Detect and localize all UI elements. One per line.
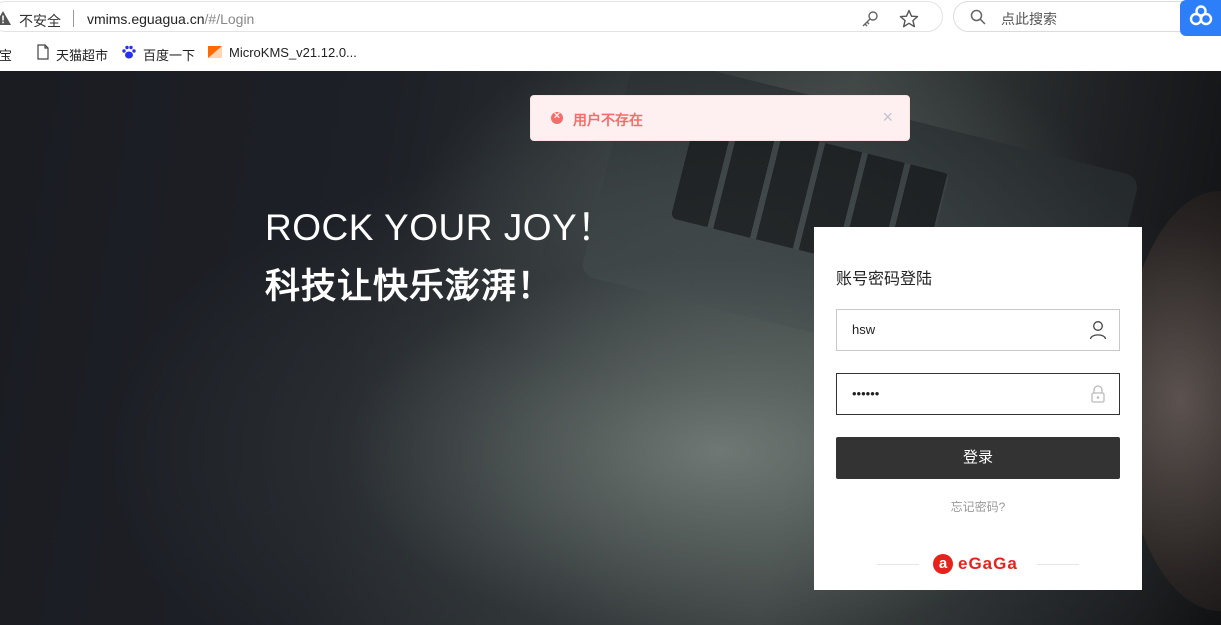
bookmark-star-icon[interactable] bbox=[899, 9, 919, 29]
password-field[interactable]: •••••• bbox=[836, 373, 1120, 415]
url-text[interactable]: vmims.eguagua.cn/#/Login bbox=[87, 11, 254, 27]
search-placeholder: 点此搜索 bbox=[1001, 11, 1057, 27]
login-button[interactable]: 登录 bbox=[836, 437, 1120, 479]
password-value: •••••• bbox=[852, 386, 880, 401]
slogan-english: ROCK YOUR JOY！ bbox=[265, 207, 615, 248]
slogan-chinese: 科技让快乐澎湃！ bbox=[265, 267, 554, 306]
brand-divider-right bbox=[1037, 564, 1079, 565]
login-title: 账号密码登陆 bbox=[836, 271, 933, 288]
cloud-extension-button[interactable] bbox=[1180, 0, 1221, 36]
forgot-password-link[interactable]: 忘记密码? bbox=[814, 498, 1142, 515]
bookmark-microkms[interactable]: MicroKMS_v21.12.0... bbox=[229, 45, 357, 60]
bookmarks-bar: 淘宝 天猫超市 百度一下 MicroKMS_v21.12.0... bbox=[0, 36, 1221, 71]
security-label[interactable]: 不安全 bbox=[19, 11, 61, 31]
error-toast: 用户不存在 × bbox=[530, 95, 910, 141]
address-bar[interactable]: 不安全 vmims.eguagua.cn/#/Login bbox=[0, 1, 943, 32]
close-icon[interactable]: × bbox=[882, 107, 893, 127]
egaga-logo-mark bbox=[933, 554, 953, 574]
url-path: /#/Login bbox=[204, 11, 255, 27]
microkms-icon bbox=[208, 46, 222, 58]
browser-toolbar: 不安全 vmims.eguagua.cn/#/Login 点此搜索 bbox=[0, 0, 1221, 36]
bookmark-taobao[interactable]: 淘宝 bbox=[0, 45, 12, 64]
egaga-wordmark: eGaGa bbox=[958, 554, 1018, 573]
cloud-sync-icon bbox=[1189, 5, 1213, 26]
address-divider bbox=[73, 10, 74, 27]
toast-message: 用户不存在 bbox=[573, 112, 643, 128]
bookmark-tmall[interactable]: 天猫超市 bbox=[56, 45, 108, 64]
search-icon[interactable] bbox=[970, 9, 986, 25]
key-icon[interactable] bbox=[861, 10, 879, 28]
lock-icon bbox=[1091, 385, 1105, 403]
username-field[interactable]: hsw bbox=[836, 309, 1120, 351]
warning-icon[interactable] bbox=[0, 11, 11, 25]
username-value: hsw bbox=[852, 322, 876, 337]
baidu-icon bbox=[122, 45, 136, 59]
login-card: 账号密码登陆 hsw •••••• 登录 忘记密码? eGaGa bbox=[814, 227, 1142, 590]
egaga-logo: eGaGa bbox=[933, 553, 1023, 575]
bookmark-baidu[interactable]: 百度一下 bbox=[143, 45, 195, 64]
error-circle-icon bbox=[551, 110, 563, 124]
url-host: vmims.eguagua.cn bbox=[87, 11, 205, 27]
brand-divider-left bbox=[877, 564, 919, 565]
user-icon bbox=[1089, 321, 1107, 340]
page-icon bbox=[37, 44, 49, 60]
